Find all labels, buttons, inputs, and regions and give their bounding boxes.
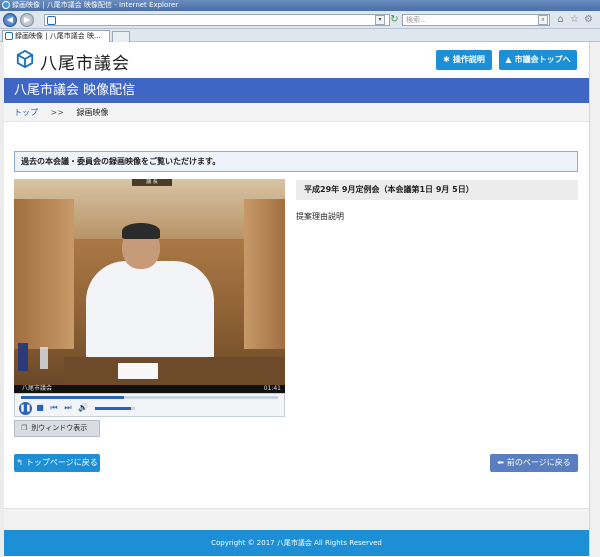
forward-button[interactable]: ▶ (20, 13, 34, 27)
url-field[interactable] (44, 14, 390, 26)
video-scene-desk (64, 357, 285, 385)
back-to-top-label: トップページに戻る (25, 458, 98, 467)
video-speaker-hair (122, 223, 160, 239)
favorites-star-icon[interactable]: ☆ (569, 14, 580, 25)
seek-bar-fill (21, 396, 124, 399)
council-logo-icon (16, 50, 34, 68)
volume-slider[interactable] (95, 407, 135, 410)
site-logo-text[interactable]: 八尾市議会 (40, 49, 130, 74)
video-speaker-body (86, 261, 214, 371)
refresh-icon[interactable]: ↻ (389, 14, 400, 25)
search-button[interactable]: ⌕ (538, 15, 548, 25)
video-scene-glass (40, 347, 48, 369)
previous-page-button[interactable]: ⬅ 前のページに戻る (490, 454, 578, 472)
video-scene-panel-right (244, 199, 285, 349)
footer-spacer (4, 508, 589, 530)
address-bar: ◀ ▶ ▾ ↻ 検索... ⌕ ⌂ ☆ ⚙ (0, 11, 600, 29)
search-input[interactable]: 検索... (402, 14, 550, 26)
site-header: 八尾市議会 ✱ 操作説明 ▲ 市議会トップへ (4, 42, 589, 78)
web-page: 八尾市議会 ✱ 操作説明 ▲ 市議会トップへ 八尾市議会 映像配信 トップ >> 録… (4, 42, 589, 557)
video-player[interactable]: 議 長 八尾市議会 01:41 ❚❚ ■ ⏮ ⏭ 🔊 (14, 179, 285, 417)
url-dropdown-button[interactable]: ▾ (375, 15, 385, 25)
video-controls: ❚❚ ■ ⏮ ⏭ 🔊 (14, 393, 285, 417)
next-button[interactable]: ⏭ (63, 403, 73, 413)
new-tab-button[interactable] (112, 31, 130, 42)
window-titlebar: 録画映像 | 八尾市議会 映像配信 - Internet Explorer (0, 0, 600, 11)
tab-label: 録画映像 | 八尾市議会 映... (15, 32, 101, 40)
copyright-text: Copyright © 2017 八尾市議会 All Rights Reserv… (211, 539, 382, 547)
site-footer: Copyright © 2017 八尾市議会 All Rights Reserv… (4, 530, 589, 556)
building-icon: ▲ (505, 55, 512, 64)
page-banner: 八尾市議会 映像配信 (4, 78, 589, 103)
breadcrumb-separator: >> (50, 108, 64, 117)
back-button[interactable]: ◀ (3, 13, 17, 27)
help-button[interactable]: ✱ 操作説明 (436, 50, 492, 70)
settings-gear-icon[interactable]: ⚙ (583, 14, 594, 25)
volume-icon[interactable]: 🔊 (78, 403, 88, 413)
council-top-label: 市議会トップへ (514, 55, 571, 64)
video-time: 01:41 (263, 385, 281, 392)
arrow-return-icon: ↰ (16, 458, 23, 467)
ie-logo-icon (2, 1, 10, 9)
window-title: 録画映像 | 八尾市議会 映像配信 - Internet Explorer (12, 1, 179, 9)
popout-window-button[interactable]: ❐ 別ウィンドウ表示 (14, 420, 100, 437)
page-scrollbar[interactable] (589, 42, 600, 557)
breadcrumb-home-link[interactable]: トップ (14, 108, 38, 117)
video-frame[interactable]: 議 長 (14, 179, 285, 385)
volume-slider-fill (95, 407, 131, 410)
site-favicon-icon (47, 16, 56, 25)
previous-button[interactable]: ⏮ (49, 403, 59, 413)
popout-label: 別ウィンドウ表示 (31, 424, 88, 432)
breadcrumb-current: 録画映像 (76, 108, 109, 117)
video-scene-panel-left (14, 199, 74, 349)
video-caption: 八尾市議会 (22, 385, 53, 392)
notice-box: 過去の本会議・委員会の録画映像をご覧いただけます。 (14, 151, 578, 172)
previous-page-label: 前のページに戻る (506, 458, 571, 467)
banner-title: 八尾市議会 映像配信 (14, 83, 136, 98)
tab-favicon-icon (5, 32, 13, 40)
breadcrumb: トップ >> 録画映像 (4, 103, 589, 122)
video-scene-bottle (18, 343, 28, 371)
seek-bar[interactable] (21, 396, 278, 399)
arrow-left-icon: ⬅ (497, 458, 504, 467)
stop-button[interactable]: ■ (35, 403, 45, 413)
council-top-button[interactable]: ▲ 市議会トップへ (499, 50, 577, 70)
browser-tab-active[interactable]: 録画映像 | 八尾市議会 映... (2, 30, 110, 42)
video-caption-bar: 八尾市議会 01:41 (14, 385, 285, 393)
video-nameplate: 議 長 (132, 179, 172, 186)
video-scene-paper (118, 363, 158, 379)
pause-button[interactable]: ❚❚ (19, 402, 32, 415)
window-icon: ❐ (21, 424, 28, 432)
session-title: 平成29年 9月定例会（本会議第1日 9月 5日） (296, 180, 578, 200)
gear-icon: ✱ (443, 55, 450, 64)
back-to-top-button[interactable]: ↰ トップページに戻る (14, 454, 100, 472)
tab-bar: 録画映像 | 八尾市議会 映... (0, 29, 600, 42)
help-button-label: 操作説明 (452, 55, 485, 64)
home-icon[interactable]: ⌂ (555, 14, 566, 25)
agenda-item[interactable]: 提案理由説明 (296, 211, 344, 222)
